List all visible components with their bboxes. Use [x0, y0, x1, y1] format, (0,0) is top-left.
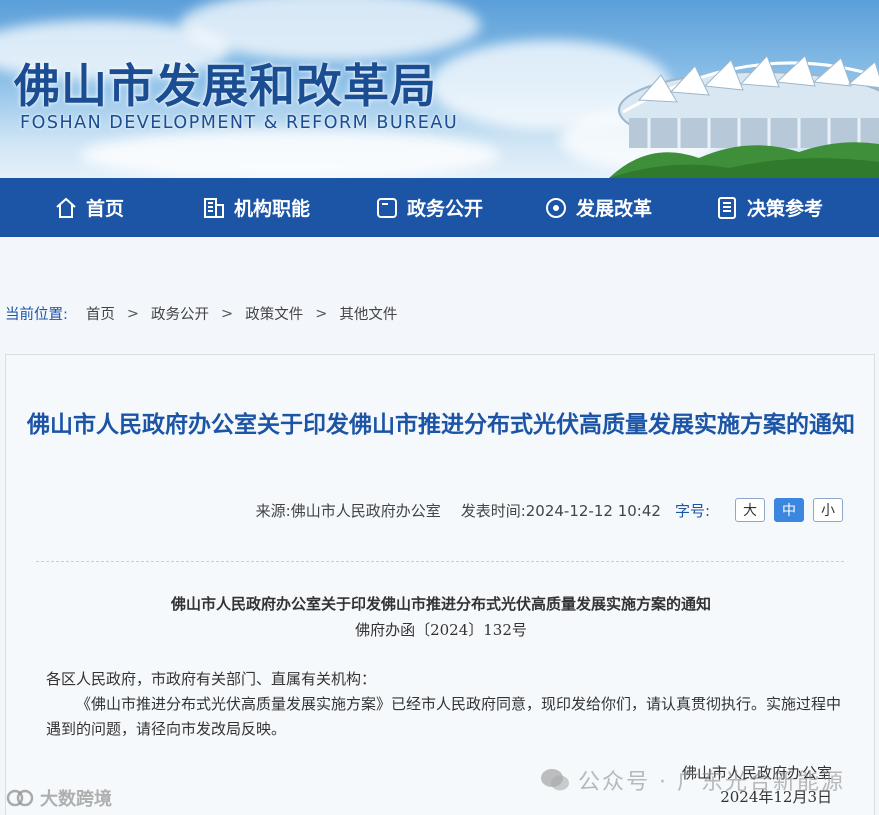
nav-item-organization[interactable]: 机构职能 — [202, 178, 310, 237]
main-nav: 首页 机构职能 政务公开 发展改革 决策参考 — [0, 178, 879, 237]
article-panel: 佛山市人民政府办公室关于印发佛山市推进分布式光伏高质量发展实施方案的通知 来源:… — [5, 354, 875, 815]
site-banner: 佛山市发展和改革局 FOSHAN DEVELOPMENT & REFORM BU… — [0, 0, 879, 178]
document-icon — [715, 196, 739, 220]
article-publish-time: 发表时间:2024-12-12 10:42 — [460, 501, 661, 520]
home-icon — [54, 196, 78, 220]
body-paragraph: 《佛山市推进分布式光伏高质量发展实施方案》已经市人民政府同意，现印发给你们，请认… — [46, 695, 842, 738]
breadcrumb-item-other-docs[interactable]: 其他文件 — [339, 303, 397, 324]
target-icon — [544, 196, 568, 220]
breadcrumb-item-gov-affairs[interactable]: 政务公开 — [151, 303, 209, 324]
breadcrumb-separator: > — [126, 305, 140, 322]
breadcrumb-item-home[interactable]: 首页 — [86, 303, 115, 324]
nav-item-label: 机构职能 — [234, 198, 311, 220]
watermark-left: 大数跨境 — [6, 785, 112, 811]
building-icon — [202, 196, 226, 220]
stadium-illustration — [609, 55, 879, 178]
breadcrumb-separator: > — [221, 305, 234, 322]
watermark-right: 公众号 · 广东光合新能源 — [540, 764, 845, 796]
cloud-decoration — [80, 130, 500, 178]
article-body: 各区人民政府，市政府有关部门、直属有关机构： 《佛山市推进分布式光伏高质量发展实… — [46, 667, 846, 742]
font-size-label: 字号: — [674, 501, 710, 520]
watermark-right-text: 公众号 · 广东光合新能源 — [578, 770, 845, 795]
divider — [36, 561, 844, 562]
wechat-icon — [540, 767, 570, 793]
nav-item-development-reform[interactable]: 发展改革 — [544, 178, 652, 237]
nav-item-gov-affairs[interactable]: 政务公开 — [375, 178, 483, 237]
breadcrumb-separator: > — [315, 305, 328, 322]
article-source: 来源:佛山市人民政府办公室 — [255, 501, 441, 520]
salutation: 各区人民政府，市政府有关部门、直属有关机构： — [46, 670, 377, 688]
nav-item-label: 首页 — [86, 198, 125, 220]
nav-item-label: 决策参考 — [747, 198, 824, 220]
nav-item-home[interactable]: 首页 — [54, 178, 124, 237]
font-size-small-button[interactable]: 小 — [813, 498, 843, 522]
site-title: 佛山市发展和改革局 — [14, 59, 437, 113]
breadcrumb: 当前位置: 首页 > 政务公开 > 政策文件 > 其他文件 — [5, 303, 397, 324]
watermark-logo-icon — [6, 788, 34, 808]
document-title: 佛山市人民政府办公室关于印发佛山市推进分布式光伏高质量发展实施方案的通知 — [170, 595, 711, 613]
square-icon — [375, 196, 399, 220]
font-size-large-button[interactable]: 大 — [735, 498, 765, 522]
nav-item-label: 发展改革 — [576, 198, 653, 220]
font-size-medium-button[interactable]: 中 — [774, 498, 804, 522]
article-title: 佛山市人民政府办公室关于印发佛山市推进分布式光伏高质量发展实施方案的通知 — [27, 412, 855, 438]
document-number: 佛府办函〔2024〕132号 — [355, 621, 527, 639]
nav-item-label: 政务公开 — [407, 198, 484, 220]
watermark-left-text: 大数跨境 — [40, 789, 112, 810]
site-subtitle: FOSHAN DEVELOPMENT & REFORM BUREAU — [20, 113, 459, 133]
breadcrumb-label: 当前位置: — [5, 307, 68, 323]
breadcrumb-item-policy-docs[interactable]: 政策文件 — [245, 303, 303, 324]
nav-item-decision-reference[interactable]: 决策参考 — [715, 178, 823, 237]
article-meta: 来源:佛山市人民政府办公室 发表时间:2024-12-12 10:42 字号: … — [256, 498, 843, 522]
